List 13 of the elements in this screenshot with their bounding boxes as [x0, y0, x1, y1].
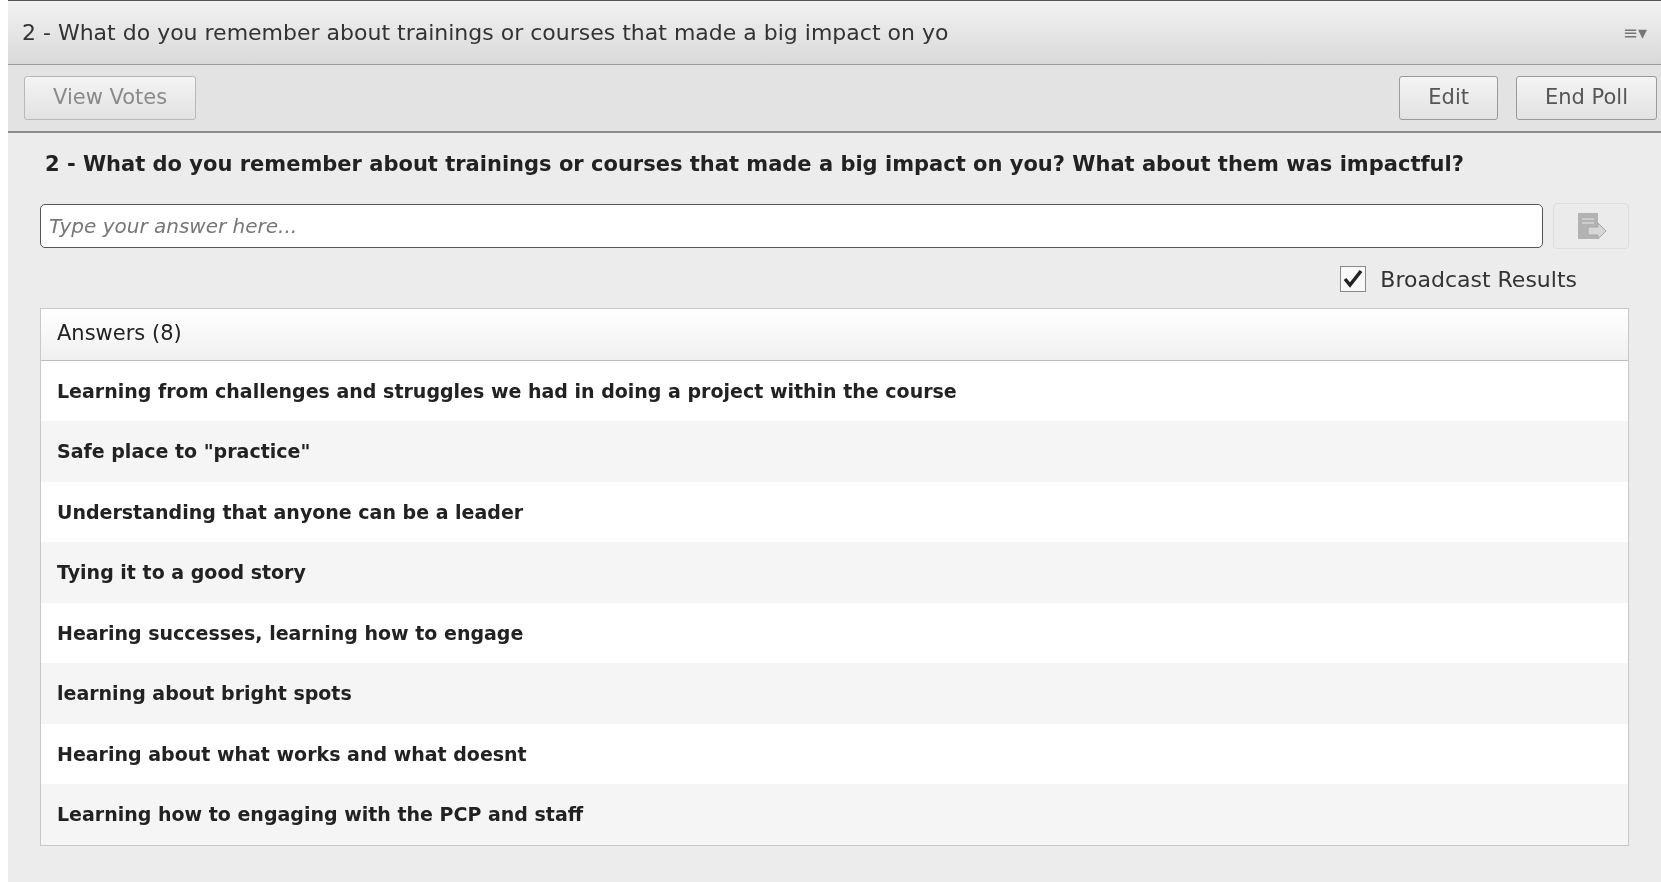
- answer-row: Learning how to engaging with the PCP and staff: [41, 784, 1628, 845]
- answer-input-field[interactable]: Type your answer here...: [40, 203, 1543, 248]
- broadcast-label: Broadcast Results: [1380, 265, 1577, 294]
- toolbar-button[interactable]: End Poll: [1516, 76, 1657, 120]
- answer-row: Tying it to a good story: [41, 542, 1628, 603]
- toolbar-button[interactable]: Edit: [1399, 76, 1498, 120]
- question-text: 2 - What do you remember about trainings or courses that made a big impact on you? What about them was impactful?: [45, 151, 1465, 178]
- answer-row: Safe place to "practice": [41, 421, 1628, 482]
- checkmark-icon: [1343, 269, 1364, 289]
- menu-icon[interactable]: ≡▾: [1622, 19, 1647, 46]
- panel-title: 2 - What do you remember about trainings or courses that made a big impact on yo: [22, 19, 949, 47]
- answer-row: learning about bright spots: [41, 663, 1628, 724]
- broadcast-checkbox[interactable]: [1340, 266, 1367, 292]
